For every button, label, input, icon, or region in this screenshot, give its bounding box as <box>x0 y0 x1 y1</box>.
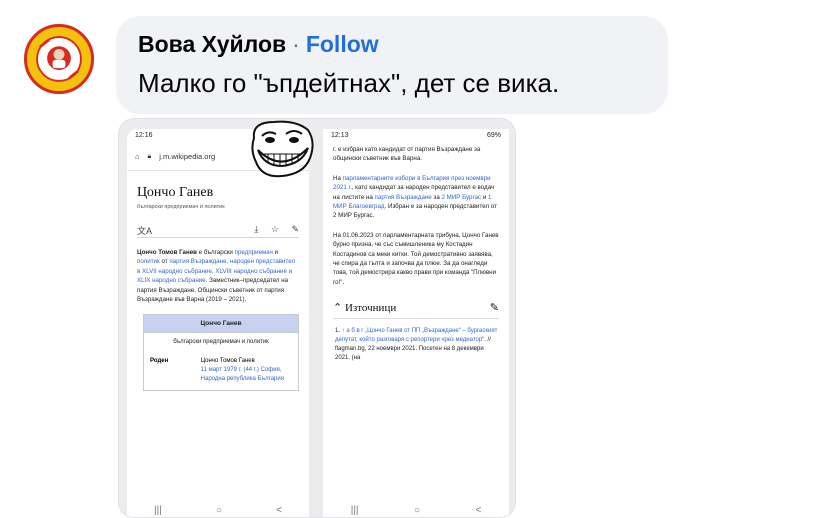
article-paragraph-parliament: На 01.06.2023 от парламентарната трибуна… <box>333 231 499 286</box>
comment-header: Вова Хуйлов · Follow <box>138 30 646 58</box>
para-text: и <box>481 193 489 201</box>
intro-text: и <box>272 249 278 256</box>
article-title: Цончо Ганев <box>137 185 214 200</box>
article-top-text: г. е избран като кандидат от партия Възр… <box>333 146 481 163</box>
intro-link: политик <box>137 258 160 266</box>
intro-bold-name: Цончо Томов Ганев <box>137 249 197 256</box>
avatar[interactable] <box>24 24 94 94</box>
star-icon: ☆ <box>270 224 279 234</box>
android-nav-bar: ||| ○ < <box>127 499 309 517</box>
section-title-text: Източници <box>344 302 397 315</box>
reference-list: 1. ↑ а б в г „Цончо Ганев от ПП „Възражд… <box>335 328 498 362</box>
status-bar: 12:13 69% <box>323 129 509 143</box>
para-text: На <box>333 174 343 182</box>
infobox-value: Цончо Томов Ганев 11 март 1979 г. (44 г.… <box>201 357 294 384</box>
url-text: j.m.wikipedia.org <box>159 152 216 161</box>
infobox-value-text: Цончо Томов Ганев <box>200 358 255 365</box>
translate-icon: 文A <box>137 226 153 236</box>
section-header-sources: ⌃ Източници ✎ <box>333 301 499 320</box>
android-nav-bar: ||| ○ < <box>323 499 509 517</box>
left-phone-screenshot: 12:16 ▣ ▲ ⌂ 🔒︎ j.m.wikipedia.org Цончо Г… <box>127 129 309 517</box>
download-icon: ⤓ <box>254 224 259 234</box>
facebook-comment: Вова Хуйлов · Follow Малко го "ъпдейтнах",… <box>0 0 828 518</box>
infobox-title: Цончо Ганев <box>144 315 298 333</box>
article-subtitle: български предприемач и политик <box>137 204 225 210</box>
comment-text: Малко го "ъпдейтнах", дет се вика. <box>138 68 560 98</box>
infobox: Цончо Ганев български предприемач и поли… <box>143 314 299 392</box>
putin-khuylo-badge-icon <box>27 27 91 91</box>
para-link: 2 МИР Бургас <box>441 193 482 201</box>
edit-icon: ✎ <box>291 224 299 234</box>
follow-button[interactable]: Follow <box>306 31 379 57</box>
article-paragraph-elections: На парламентарните избори в България пре… <box>333 174 499 221</box>
author-name[interactable]: Вова Хуйлов <box>138 31 286 57</box>
back-icon: < <box>276 504 282 516</box>
article-toolbar: 文A ⤓ ☆ ✎ <box>137 224 299 238</box>
home-icon: ⌂ <box>135 152 140 161</box>
infobox-key: Роден <box>150 358 169 365</box>
infobox-value-link: 11 март 1979 г. (44 г.) София, Народна р… <box>200 367 284 383</box>
separator-dot: · <box>292 31 300 57</box>
status-time: 12:13 <box>331 132 349 139</box>
recent-apps-icon: ||| <box>350 504 359 516</box>
section-title: ⌃ Източници <box>333 302 397 315</box>
back-icon: < <box>475 504 482 516</box>
battery-status: 69% <box>486 132 501 139</box>
troll-face-icon <box>248 118 316 180</box>
right-phone-screenshot: 12:13 69% г. е избран като кандидат от п… <box>323 129 509 517</box>
lock-icon: 🔒︎ <box>147 152 152 160</box>
status-time: 12:16 <box>135 132 153 139</box>
para-link: партия Възраждане <box>374 193 432 201</box>
home-button-icon: ○ <box>413 504 420 516</box>
intro-link: предприемач <box>234 249 273 256</box>
comment-bubble: Вова Хуйлов · Follow Малко го "ъпдейтнах",… <box>116 16 668 114</box>
home-button-icon: ○ <box>215 504 222 516</box>
intro-text: от <box>159 258 170 266</box>
intro-text: е български <box>196 249 235 256</box>
recent-apps-icon: ||| <box>154 504 162 516</box>
article-intro: Цончо Томов Ганев е български предприема… <box>137 248 299 304</box>
infobox-subtitle: български предприемач и политик <box>144 332 298 352</box>
infobox-row: Роден Цончо Томов Ганев 11 март 1979 г. … <box>144 351 298 391</box>
pencil-icon: ✎ <box>489 302 499 315</box>
comment-attachment-image[interactable]: 12:16 ▣ ▲ ⌂ 🔒︎ j.m.wikipedia.org Цончо Г… <box>118 118 516 518</box>
reference-link: ↑ а б в г „Цончо Ганев от ПП „Възраждане… <box>335 328 498 344</box>
